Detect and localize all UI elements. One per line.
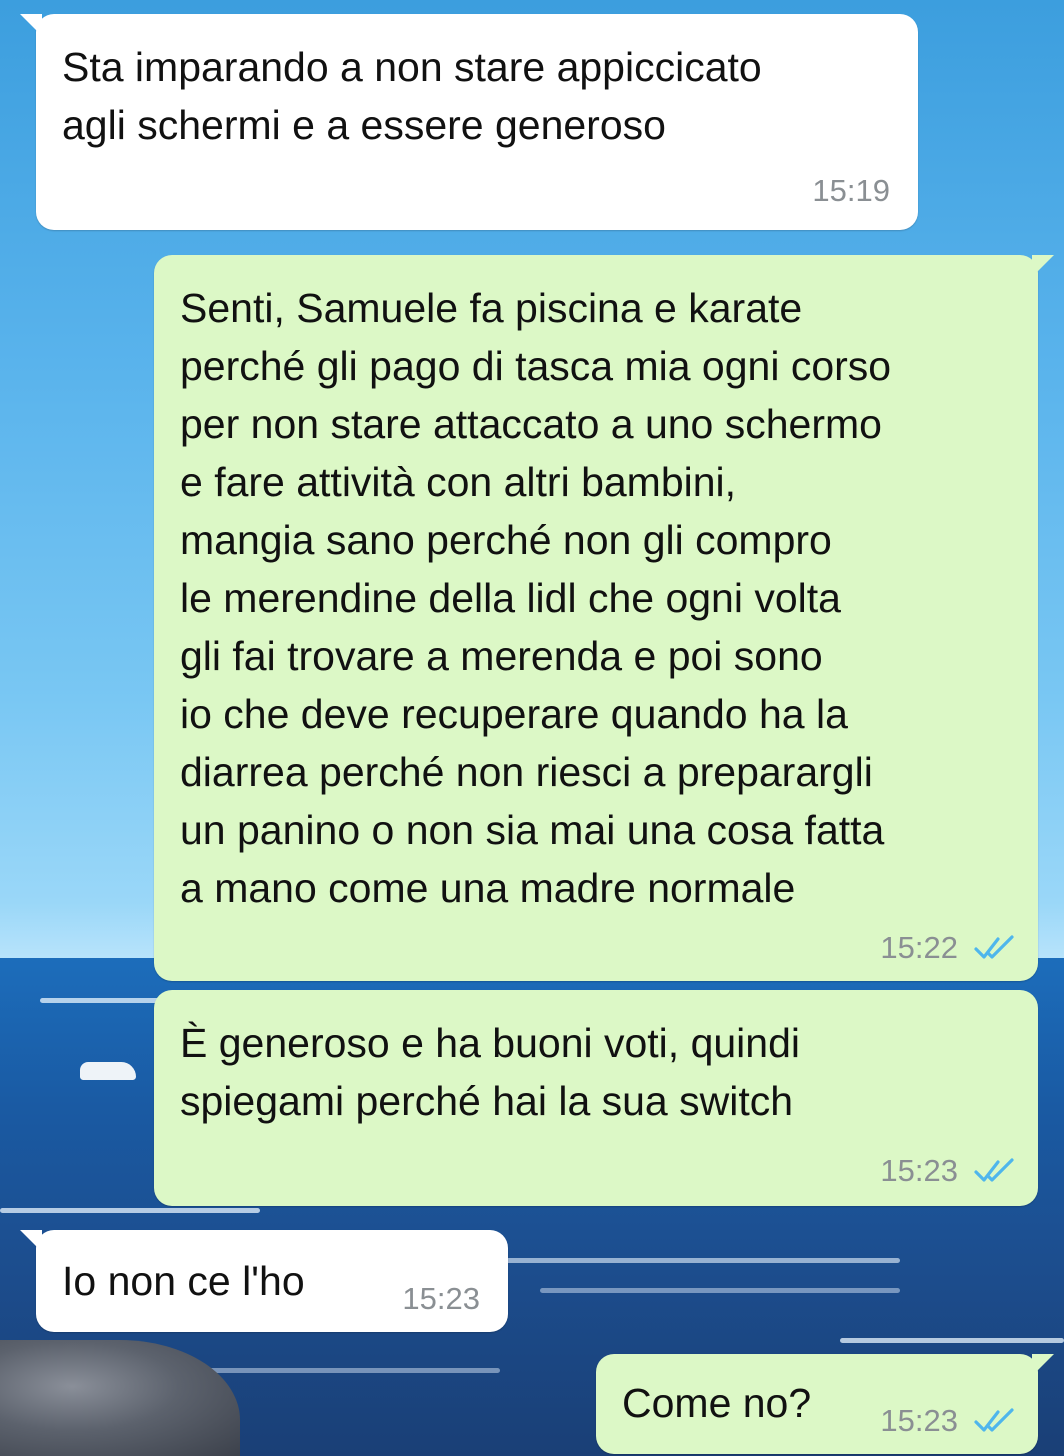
double-check-icon (974, 1158, 1014, 1182)
message-text: Sta imparando a non stare appiccicato ag… (62, 44, 762, 148)
message-bubble-incoming[interactable]: Sta imparando a non stare appiccicato ag… (20, 14, 918, 230)
message-text: Senti, Samuele fa piscina e karate perch… (180, 285, 892, 911)
message-timestamp: 15:19 (812, 173, 890, 208)
wallpaper-boat (80, 1062, 136, 1080)
message-timestamp: 15:23 (880, 1403, 958, 1438)
message-timestamp: 15:23 (402, 1281, 480, 1316)
message-bubble-outgoing[interactable]: È generoso e ha buoni voti, quindi spieg… (154, 990, 1038, 1206)
message-bubble-outgoing[interactable]: Come no? 15:23 (596, 1354, 1054, 1454)
message-text: È generoso e ha buoni voti, quindi spieg… (180, 1020, 801, 1124)
message-bubble-outgoing[interactable]: Senti, Samuele fa piscina e karate perch… (154, 255, 1054, 981)
message-timestamp: 15:22 (880, 930, 958, 965)
message-bubble-incoming[interactable]: Io non ce l'ho 15:23 (20, 1230, 508, 1332)
double-check-icon (974, 1408, 1014, 1432)
double-check-icon (974, 935, 1014, 959)
message-timestamp: 15:23 (880, 1153, 958, 1188)
